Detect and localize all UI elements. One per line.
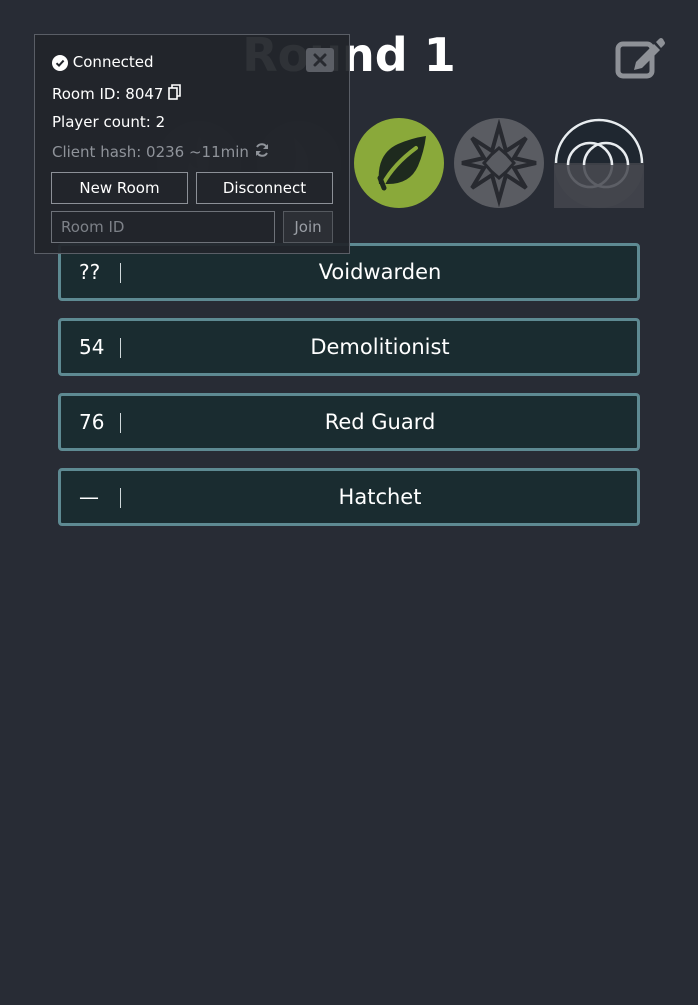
join-button[interactable]: Join	[283, 211, 333, 243]
monster-name: Hatchet	[338, 485, 422, 509]
initiative-value: —	[79, 485, 99, 509]
monster-row-red-guard[interactable]: 76 Red Guard	[58, 393, 640, 451]
edit-icon	[615, 38, 665, 79]
disconnect-button[interactable]: Disconnect	[196, 172, 333, 204]
monster-name: Demolitionist	[310, 335, 450, 359]
monster-name: Red Guard	[324, 410, 436, 434]
close-button[interactable]	[306, 48, 334, 72]
initiative-value: 76	[79, 410, 105, 434]
client-hash-text: Client hash: 0236 ~11min	[52, 143, 249, 161]
moon-eclipse-icon	[554, 118, 644, 208]
element-nature[interactable]	[354, 118, 444, 208]
refresh-icon[interactable]	[254, 142, 270, 158]
edit-button[interactable]	[614, 34, 666, 80]
divider	[120, 488, 121, 508]
initiative-value: 54	[79, 335, 105, 359]
close-icon	[313, 53, 327, 67]
leaf-icon	[354, 118, 444, 208]
client-hash-line: Client hash: 0236 ~11min	[52, 142, 270, 161]
check-circle-icon	[52, 54, 68, 71]
divider	[120, 263, 121, 283]
star-burst-icon	[454, 118, 544, 208]
divider	[120, 338, 121, 358]
player-count: Player count: 2	[52, 113, 166, 131]
status-text: Connected	[72, 53, 154, 71]
room-id-text: Room ID: 8047	[52, 85, 164, 103]
element-dark[interactable]	[454, 118, 544, 208]
monster-row-demolitionist[interactable]: 54 Demolitionist	[58, 318, 640, 376]
monster-row-hatchet[interactable]: — Hatchet	[58, 468, 640, 526]
divider	[120, 413, 121, 433]
element-air[interactable]	[554, 118, 644, 208]
room-id-input[interactable]	[51, 211, 275, 243]
connection-panel: Connected Room ID: 8047 Player count: 2 …	[34, 34, 350, 254]
new-room-button[interactable]: New Room	[51, 172, 188, 204]
copy-icon[interactable]	[168, 84, 182, 100]
connection-status: Connected	[52, 53, 154, 71]
room-id-line: Room ID: 8047	[52, 84, 182, 103]
